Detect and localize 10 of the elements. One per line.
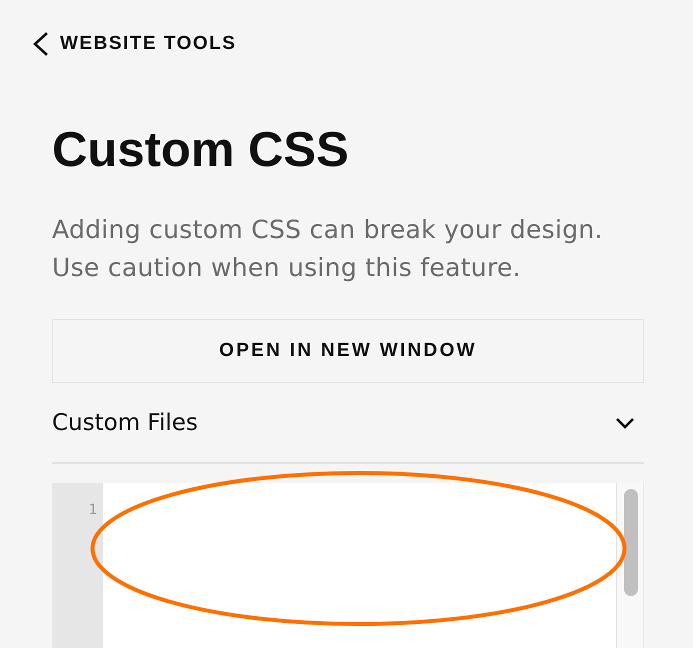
- scrollbar-thumb[interactable]: [624, 489, 638, 596]
- code-input-field[interactable]: [103, 483, 616, 648]
- line-number: 1: [88, 501, 97, 519]
- warning-text: Adding custom CSS can break your design. Use caution when using this feature.: [52, 214, 604, 284]
- section-label: Custom Files: [52, 408, 198, 436]
- chevron-down-icon: [615, 416, 635, 428]
- page-title: Custom CSS: [52, 122, 349, 178]
- open-in-new-window-button[interactable]: OPEN IN NEW WINDOW: [52, 319, 644, 383]
- custom-files-row[interactable]: Custom Files: [52, 383, 644, 464]
- chevron-left-icon: [32, 32, 48, 56]
